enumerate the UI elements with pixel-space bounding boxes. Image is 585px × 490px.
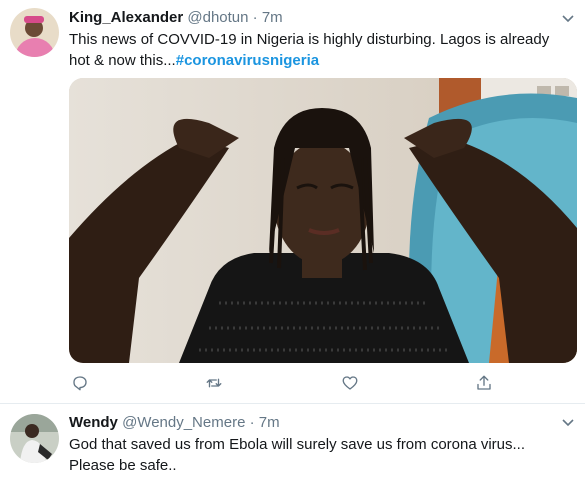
timestamp[interactable]: 7m — [262, 9, 283, 26]
tweet-header: King_Alexander @dhotun · 7m — [69, 9, 283, 26]
separator: · — [252, 9, 258, 26]
tweet-text: God that saved us from Ebola will surely… — [69, 434, 549, 476]
retweet-icon[interactable] — [203, 372, 225, 394]
display-name[interactable]: Wendy — [69, 414, 118, 431]
user-handle[interactable]: @dhotun — [187, 9, 248, 26]
tweet[interactable]: Wendy @Wendy_Nemere · 7m God that saved … — [0, 404, 585, 490]
display-name[interactable]: King_Alexander — [69, 9, 183, 26]
tweet-text: This news of COVVID-19 in Nigeria is hig… — [69, 29, 559, 71]
chevron-down-icon[interactable] — [560, 414, 576, 430]
user-handle[interactable]: @Wendy_Nemere — [122, 414, 245, 431]
avatar[interactable] — [10, 8, 59, 57]
separator: · — [249, 414, 255, 431]
timestamp[interactable]: 7m — [259, 414, 280, 431]
tweet-text-line: Please be safe.. — [69, 457, 177, 474]
reply-icon[interactable] — [69, 372, 91, 394]
tweet-actions — [69, 372, 499, 394]
hashtag-link[interactable]: #coronavirusnigeria — [176, 52, 319, 69]
tweet-media-image[interactable] — [69, 78, 577, 363]
tweet[interactable]: King_Alexander @dhotun · 7m This news of… — [0, 0, 585, 404]
tweet-header: Wendy @Wendy_Nemere · 7m — [69, 414, 280, 431]
like-icon[interactable] — [339, 372, 361, 394]
avatar[interactable] — [10, 414, 59, 463]
share-icon[interactable] — [473, 372, 495, 394]
tweet-text-line: God that saved us from Ebola will surely… — [69, 436, 526, 453]
chevron-down-icon[interactable] — [560, 10, 576, 26]
